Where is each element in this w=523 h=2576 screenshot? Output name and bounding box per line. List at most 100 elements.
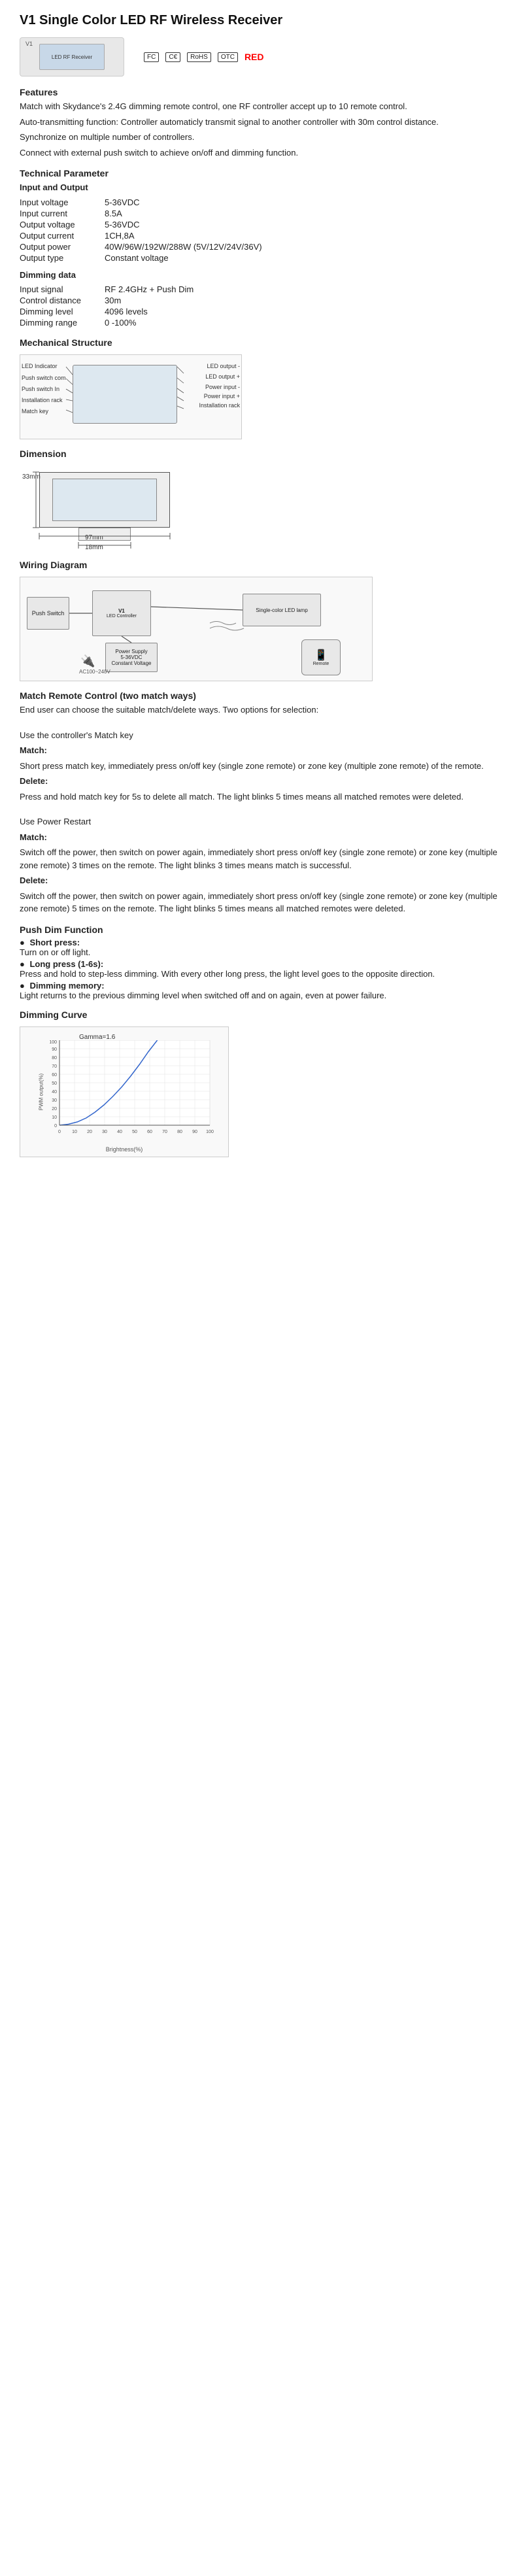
svg-text:70: 70 bbox=[162, 1130, 167, 1134]
product-header: V1 LED RF Receiver FC C€ RoHS OTC RED bbox=[20, 37, 503, 76]
short-press-label: Short press: bbox=[29, 938, 80, 947]
mech-label-push-in: Push switch In bbox=[22, 386, 59, 392]
param-label: Dimming level bbox=[20, 306, 105, 317]
match1-text: Short press match key, immediately press… bbox=[20, 760, 503, 773]
mechanical-diagram: LED Indicator Push switch com Push switc… bbox=[20, 354, 242, 439]
rohs-cert: RoHS bbox=[187, 52, 211, 62]
push-switch-box: Push Switch bbox=[27, 597, 69, 630]
dimension-section: Dimension 33mm 97mm 18mm bbox=[20, 449, 503, 551]
device-body bbox=[73, 365, 177, 424]
short-press-text: Turn on or off light. bbox=[20, 947, 90, 957]
param-label: Input signal bbox=[20, 284, 105, 295]
v1-label: V1 bbox=[107, 608, 137, 614]
features-section: Features Match with Skydance's 2.4G dimm… bbox=[20, 87, 503, 159]
red-cert: RED bbox=[245, 52, 264, 62]
technical-section: Technical Parameter Input and Output Inp… bbox=[20, 168, 503, 328]
otc-cert: OTC bbox=[218, 52, 238, 62]
dimension-heading: Dimension bbox=[20, 449, 503, 459]
svg-text:20: 20 bbox=[87, 1130, 92, 1134]
remote-label: Remote bbox=[313, 662, 329, 666]
fc-cert: FC bbox=[144, 52, 159, 62]
io-params-table: Input voltage 5-36VDC Input current 8.5A… bbox=[20, 197, 267, 263]
param-value: 8.5A bbox=[105, 208, 267, 219]
remote-icon: 📱 bbox=[313, 649, 329, 662]
param-label: Output voltage bbox=[20, 219, 105, 230]
product-image: V1 LED RF Receiver bbox=[20, 37, 124, 76]
push-dim-section: Push Dim Function Short press: Turn on o… bbox=[20, 924, 503, 1000]
led-lamp-box: Single-color LED lamp bbox=[243, 594, 321, 626]
param-value: RF 2.4GHz + Push Dim bbox=[105, 284, 199, 295]
plug-icon: 🔌 bbox=[80, 654, 95, 668]
param-label: Input current bbox=[20, 208, 105, 219]
push-dim-list: Short press: Turn on or off light. Long … bbox=[20, 938, 503, 1000]
use2-title: Use Power Restart bbox=[20, 815, 503, 828]
features-heading: Features bbox=[20, 87, 503, 97]
param-label: Output type bbox=[20, 252, 105, 263]
param-value: 30m bbox=[105, 295, 199, 306]
svg-text:30: 30 bbox=[52, 1098, 57, 1103]
match1-title: Match: bbox=[20, 745, 47, 755]
delete2-text: Switch off the power, then switch on pow… bbox=[20, 890, 503, 915]
ac-label: AC100~240V bbox=[79, 669, 110, 675]
svg-text:100: 100 bbox=[49, 1040, 57, 1045]
svg-text:80: 80 bbox=[177, 1130, 182, 1134]
svg-text:30: 30 bbox=[102, 1130, 107, 1134]
dim-label-33mm: 33mm bbox=[22, 473, 41, 481]
dimming-curve-section: Dimming Curve Gamma=1.6 Brightness(%) PW… bbox=[20, 1009, 503, 1157]
mech-label-power-inp: Power input + bbox=[204, 393, 240, 399]
svg-text:10: 10 bbox=[72, 1130, 77, 1134]
param-label: Control distance bbox=[20, 295, 105, 306]
push-dim-heading: Push Dim Function bbox=[20, 924, 503, 935]
match2-title: Match: bbox=[20, 832, 47, 842]
param-row: Input signal RF 2.4GHz + Push Dim bbox=[20, 284, 199, 295]
param-row: Input voltage 5-36VDC bbox=[20, 197, 267, 208]
dim-inner-box bbox=[52, 479, 157, 521]
delete1-title: Delete: bbox=[20, 776, 48, 786]
dim-params-table: Input signal RF 2.4GHz + Push Dim Contro… bbox=[20, 284, 199, 328]
push-switch-label: Push Switch bbox=[32, 610, 65, 617]
delete2-title: Delete: bbox=[20, 875, 48, 885]
param-value: Constant voltage bbox=[105, 252, 267, 263]
feature-line-4: Connect with external push switch to ach… bbox=[20, 146, 503, 160]
match-remote-section: Match Remote Control (two match ways) En… bbox=[20, 690, 503, 915]
dimension-diagram: 33mm 97mm 18mm bbox=[20, 466, 203, 551]
param-row: Output current 1CH,8A bbox=[20, 230, 267, 241]
param-row: Control distance 30m bbox=[20, 295, 199, 306]
match2-text: Switch off the power, then switch on pow… bbox=[20, 846, 503, 872]
svg-text:90: 90 bbox=[52, 1047, 57, 1052]
mech-label-led-outp: LED output + bbox=[205, 373, 240, 380]
param-value: 5-36VDC bbox=[105, 219, 267, 230]
mech-label-power-in: Power input - bbox=[205, 384, 240, 390]
svg-text:10: 10 bbox=[52, 1115, 57, 1120]
v1-controller-box: V1 LED Controller bbox=[92, 590, 151, 636]
wiring-diagram: Push Switch V1 LED Controller Power Supp… bbox=[20, 577, 373, 681]
svg-text:0: 0 bbox=[58, 1130, 61, 1134]
mech-label-inst-rack-left: Installation rack bbox=[22, 397, 63, 403]
curve-x-label: Brightness(%) bbox=[106, 1146, 143, 1153]
feature-line-1: Match with Skydance's 2.4G dimming remot… bbox=[20, 100, 503, 113]
param-label: Output current bbox=[20, 230, 105, 241]
match-remote-heading: Match Remote Control (two match ways) bbox=[20, 690, 503, 701]
svg-text:70: 70 bbox=[52, 1064, 57, 1069]
svg-text:50: 50 bbox=[52, 1081, 57, 1086]
push-dim-item-1: Short press: Turn on or off light. bbox=[20, 938, 503, 957]
svg-text:50: 50 bbox=[132, 1130, 137, 1134]
dim-label-18mm: 18mm bbox=[85, 544, 103, 551]
page-title: V1 Single Color LED RF Wireless Receiver bbox=[20, 13, 503, 28]
svg-text:20: 20 bbox=[52, 1107, 57, 1111]
mech-label-inst-rack-right: Installation rack bbox=[199, 402, 240, 409]
param-value: 4096 levels bbox=[105, 306, 199, 317]
remote-box: 📱 Remote bbox=[301, 639, 341, 675]
param-row: Output type Constant voltage bbox=[20, 252, 267, 263]
svg-text:90: 90 bbox=[192, 1130, 197, 1134]
param-value: 1CH,8A bbox=[105, 230, 267, 241]
wiring-section: Wiring Diagram Push Switch V1 LED Contro… bbox=[20, 560, 503, 681]
input-output-sub: Input and Output bbox=[20, 181, 503, 194]
dimming-curve-diagram: Gamma=1.6 Brightness(%) PWM output(%) bbox=[20, 1026, 229, 1157]
power-supply-box: Power Supply5-36VDCConstant Voltage bbox=[105, 643, 158, 672]
param-row: Input current 8.5A bbox=[20, 208, 267, 219]
param-label: Output power bbox=[20, 241, 105, 252]
svg-text:40: 40 bbox=[117, 1130, 122, 1134]
certification-icons: FC C€ RoHS OTC RED bbox=[144, 52, 264, 62]
mechanical-section: Mechanical Structure LED Indicator Push … bbox=[20, 337, 503, 439]
